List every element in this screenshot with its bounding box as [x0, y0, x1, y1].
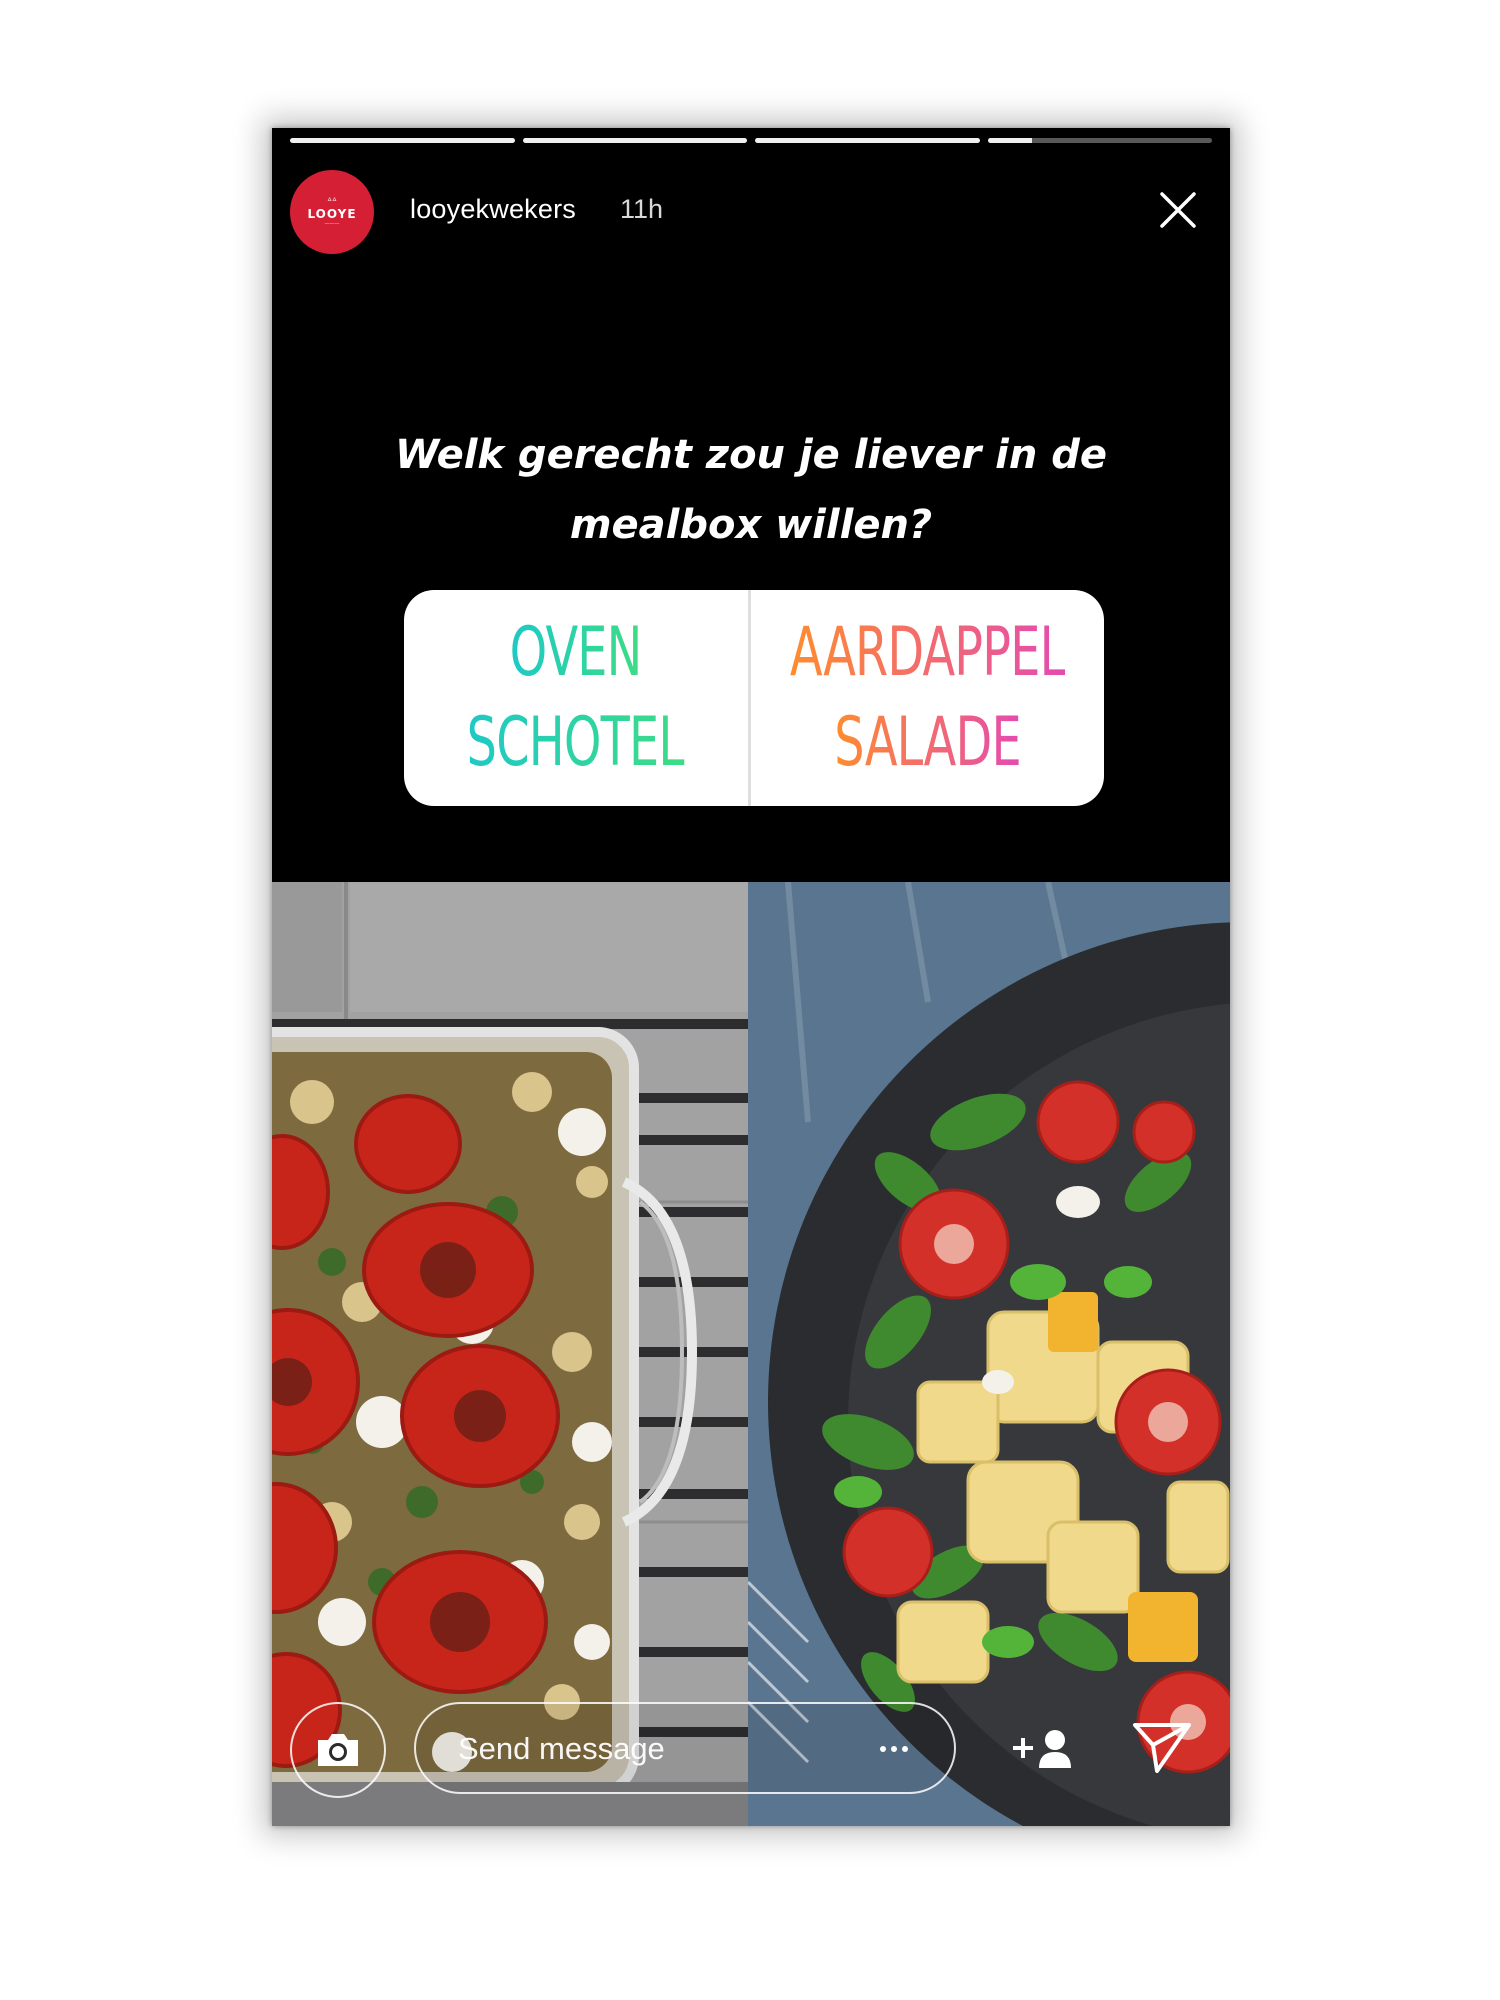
camera-icon	[318, 1734, 358, 1766]
poll-option-ovenschotel[interactable]: OVEN SCHOTEL	[404, 590, 748, 806]
avatar-logo-text: LOOYE	[307, 207, 357, 221]
logo-mark: ᐞᐞ	[327, 197, 337, 207]
progress-fill	[987, 138, 1033, 143]
poll-option-line: SALADE	[834, 698, 1021, 788]
close-icon	[1160, 192, 1196, 228]
poll-option-line: OVEN	[510, 608, 643, 698]
send-icon	[1133, 1723, 1191, 1773]
progress-segment	[987, 138, 1212, 143]
story-photos	[272, 882, 1230, 1826]
poll-option-aardappelsalade[interactable]: AARDAPPEL SALADE	[751, 590, 1104, 806]
aardappelsalade-image	[748, 882, 1230, 1826]
poll-question: Welk gerecht zou je liever in de mealbox…	[395, 432, 1107, 548]
story-viewer: ᐞᐞ LOOYE ——— looyekwekers 11h Welk gerec…	[272, 128, 1230, 1826]
progress-segment	[522, 138, 747, 143]
close-button[interactable]	[1148, 180, 1208, 240]
more-icon	[902, 1746, 908, 1752]
message-field[interactable]	[414, 1702, 956, 1794]
account-username[interactable]: looyekwekers	[410, 194, 576, 225]
poll-sticker: OVEN SCHOTEL AARDAPPEL SALADE	[404, 590, 1104, 806]
progress-segment	[755, 138, 980, 143]
logo-underline: ———	[324, 221, 340, 227]
poll-option-line: SCHOTEL	[467, 698, 685, 788]
more-icon	[880, 1746, 886, 1752]
progress-fill	[755, 138, 980, 143]
story-timestamp: 11h	[620, 194, 664, 224]
avatar[interactable]: ᐞᐞ LOOYE ———	[290, 170, 374, 254]
message-input[interactable]	[456, 1726, 840, 1772]
ovenschotel-image	[272, 882, 748, 1826]
aardappelsalade-photo	[748, 882, 1230, 1826]
poll-option-line: AARDAPPEL	[790, 608, 1066, 698]
more-button[interactable]	[864, 1724, 924, 1774]
ovenschotel-photo	[272, 882, 748, 1826]
more-icon	[891, 1746, 897, 1752]
add-friend-icon	[1013, 1730, 1071, 1768]
progress-fill	[522, 138, 747, 143]
story-progress	[290, 138, 1212, 144]
progress-fill	[290, 138, 515, 143]
add-friend-button[interactable]	[1004, 1718, 1084, 1778]
progress-segment	[290, 138, 515, 143]
camera-button[interactable]	[290, 1702, 386, 1798]
send-button[interactable]	[1122, 1710, 1202, 1784]
